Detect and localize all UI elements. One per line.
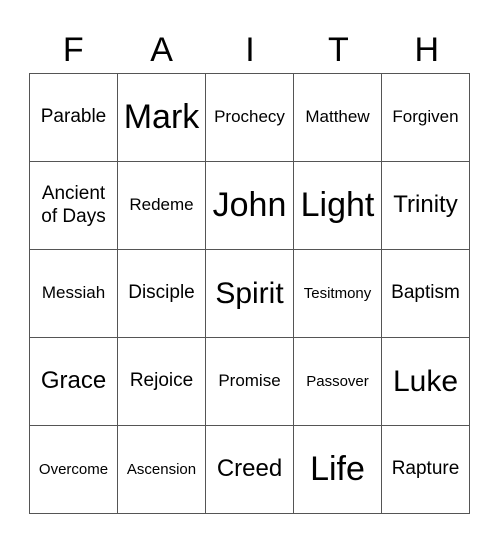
bingo-cell[interactable]: Promise xyxy=(206,338,294,426)
bingo-cell[interactable]: Creed xyxy=(206,426,294,514)
bingo-cell[interactable]: Parable xyxy=(30,74,118,162)
bingo-cell[interactable]: Baptism xyxy=(382,250,470,338)
bingo-cell[interactable]: Matthew xyxy=(294,74,382,162)
bingo-cell[interactable]: Overcome xyxy=(30,426,118,514)
bingo-cell[interactable]: Prochecy xyxy=(206,74,294,162)
bingo-cell[interactable]: Messiah xyxy=(30,250,118,338)
bingo-cell[interactable]: Rejoice xyxy=(118,338,206,426)
header-letter-i: I xyxy=(245,31,255,69)
bingo-cell[interactable]: Trinity xyxy=(382,162,470,250)
header-letter-f: F xyxy=(62,31,84,69)
bingo-cell[interactable]: Life xyxy=(294,426,382,514)
bingo-cell[interactable]: John xyxy=(206,162,294,250)
bingo-cell[interactable]: Redeme xyxy=(118,162,206,250)
bingo-card-grid: Parable Mark Prochecy Matthew Forgiven A… xyxy=(29,73,470,514)
header-letter-h: H xyxy=(414,31,440,69)
bingo-cell[interactable]: Rapture xyxy=(382,426,470,514)
bingo-cell[interactable]: Mark xyxy=(118,74,206,162)
header-letter-a: A xyxy=(150,31,173,69)
header-letter-t: T xyxy=(328,31,349,69)
bingo-cell[interactable]: Tesitmony xyxy=(294,250,382,338)
bingo-cell[interactable]: Luke xyxy=(382,338,470,426)
bingo-cell[interactable]: Grace xyxy=(30,338,118,426)
bingo-cell[interactable]: Passover xyxy=(294,338,382,426)
bingo-cell[interactable]: Ancient of Days xyxy=(30,162,118,250)
bingo-cell[interactable]: Forgiven xyxy=(382,74,470,162)
bingo-cell[interactable]: Ascension xyxy=(118,426,206,514)
bingo-header: F A I T H xyxy=(29,28,471,72)
bingo-cell[interactable]: Disciple xyxy=(118,250,206,338)
bingo-cell[interactable]: Light xyxy=(294,162,382,250)
bingo-cell[interactable]: Spirit xyxy=(206,250,294,338)
